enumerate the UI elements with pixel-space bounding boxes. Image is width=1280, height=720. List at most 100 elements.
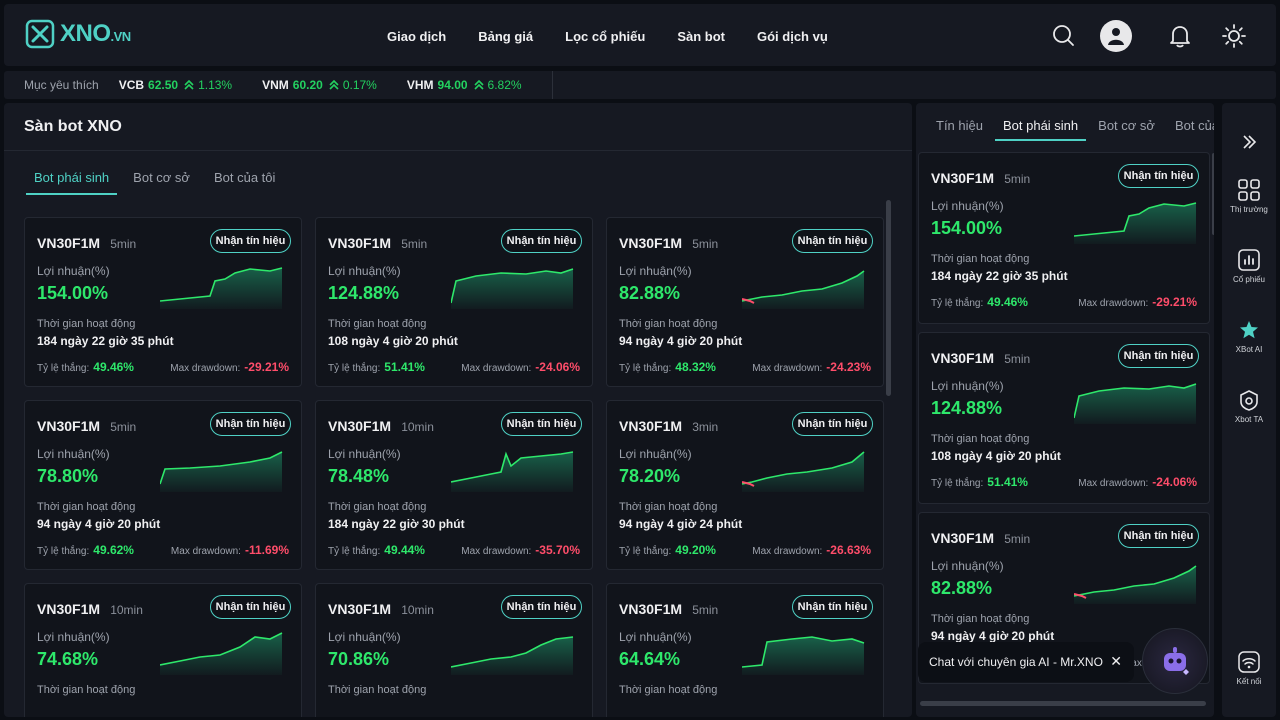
bot-symbol: VN30F1M [37, 601, 101, 617]
winrate: Tỷ lệ thắng: 49.46% [37, 360, 134, 374]
side-vertical-scrollbar[interactable] [1212, 153, 1214, 235]
winrate: Tỷ lệ thắng: 49.62% [37, 543, 134, 557]
bot-card[interactable]: VN30F1M 5min Nhận tín hiệu Lợi nhuận(%) 82.8… [606, 217, 884, 387]
side-tab-tin-hieu[interactable]: Tín hiệu [928, 118, 991, 141]
runtime-label: Thời gian hoạt động [37, 684, 136, 696]
side-tab-bot-cua-toi[interactable]: Bot của tôi [1167, 118, 1214, 141]
profit-label: Lợi nhuận(%) [931, 379, 1004, 393]
get-signal-button[interactable]: Nhận tín hiệu [210, 229, 291, 253]
get-signal-button[interactable]: Nhận tín hiệu [1118, 164, 1199, 188]
profit-value: 124.88% [328, 283, 400, 303]
ticker-item-vhm[interactable]: VHM 94.00 6.82% [407, 78, 522, 92]
user-avatar-icon[interactable] [1100, 20, 1132, 52]
rail-expand[interactable] [1222, 133, 1276, 151]
logo[interactable]: XNO.VN [24, 18, 131, 50]
profit-sparkline [742, 270, 865, 309]
bot-card[interactable]: VN30F1M 5min Nhận tín hiệu Lợi nhuận(%) 124.… [918, 332, 1210, 504]
runtime-label: Thời gian hoạt động [619, 501, 718, 513]
favorites-ticker: Mục yêu thích VCB 62.50 1.13% VNM 60.20 0.… [4, 71, 1276, 99]
profit-label: Lợi nhuận(%) [931, 559, 1004, 573]
side-horizontal-scrollbar[interactable] [920, 701, 1206, 706]
vertical-scrollbar[interactable] [886, 200, 891, 396]
get-signal-button[interactable]: Nhận tín hiệu [210, 412, 291, 436]
profit-value: 82.88% [931, 578, 993, 598]
bot-card[interactable]: VN30F1M 5min Nhận tín hiệu Lợi nhuận(%) 78.8… [24, 400, 302, 570]
nav-loc-co-phieu[interactable]: Lọc cổ phiếu [565, 29, 645, 44]
bot-timeframe: 10min [401, 603, 434, 617]
rail-ket-noi[interactable]: Kết nối [1222, 651, 1276, 686]
wifi-icon [1238, 651, 1260, 673]
profit-label: Lợi nhuận(%) [619, 264, 692, 278]
top-bar: XNO.VN Giao dịch Bảng giá Lọc cổ phiếu S… [4, 4, 1276, 66]
bot-symbol: VN30F1M [931, 170, 995, 186]
bot-card[interactable]: VN30F1M 5min Nhận tín hiệu Lợi nhuận(%) 154.… [24, 217, 302, 387]
bot-card[interactable]: VN30F1M 10min Nhận tín hiệu Lợi nhuận(%) 74.… [24, 583, 302, 717]
get-signal-button[interactable]: Nhận tín hiệu [501, 229, 582, 253]
profit-value: 74.68% [37, 649, 99, 669]
profit-value: 154.00% [37, 283, 109, 303]
bot-card[interactable]: VN30F1M 10min Nhận tín hiệu Lợi nhuận(%) 70.… [315, 583, 593, 717]
profit-sparkline [160, 451, 283, 492]
winrate: Tỷ lệ thắng: 51.41% [931, 475, 1028, 489]
get-signal-button[interactable]: Nhận tín hiệu [1118, 524, 1199, 548]
bot-card[interactable]: VN30F1M 10min Nhận tín hiệu Lợi nhuận(%) 78.… [315, 400, 593, 570]
bot-timeframe: 10min [401, 420, 434, 434]
close-icon[interactable]: ✕ [1110, 653, 1122, 670]
rail-co-phieu[interactable]: Cổ phiếu [1222, 249, 1276, 284]
profit-value: 78.80% [37, 466, 99, 486]
runtime-value: 94 ngày 4 giờ 20 phút [37, 517, 161, 531]
shield-icon [1240, 390, 1258, 411]
side-tabs: Tín hiệu Bot phái sinh Bot cơ sở Bot của… [928, 118, 1214, 141]
tab-bot-cua-toi[interactable]: Bot của tôi [206, 170, 283, 195]
bot-card[interactable]: VN30F1M 5min Nhận tín hiệu Lợi nhuận(%) 124.… [315, 217, 593, 387]
profit-label: Lợi nhuận(%) [328, 630, 401, 644]
profit-label: Lợi nhuận(%) [328, 264, 401, 278]
runtime-label: Thời gian hoạt động [619, 318, 718, 330]
profit-sparkline [451, 636, 574, 675]
ai-bot-avatar-icon[interactable] [1142, 628, 1208, 694]
profit-value: 78.20% [619, 466, 681, 486]
bot-symbol: VN30F1M [931, 530, 995, 546]
bot-timeframe: 5min [1004, 172, 1031, 186]
max-drawdown: Max drawdown: -24.23% [752, 360, 871, 374]
bot-timeframe: 3min [692, 420, 719, 434]
rail-thi-truong[interactable]: Thị trường [1222, 179, 1276, 214]
runtime-value: 108 ngày 4 giờ 20 phút [931, 449, 1061, 463]
bell-icon[interactable] [1166, 22, 1194, 50]
get-signal-button[interactable]: Nhận tín hiệu [792, 412, 873, 436]
nav-goi-dich-vu[interactable]: Gói dịch vụ [757, 29, 828, 44]
get-signal-button[interactable]: Nhận tín hiệu [792, 595, 873, 619]
bot-timeframe: 5min [1004, 352, 1031, 366]
get-signal-button[interactable]: Nhận tín hiệu [210, 595, 291, 619]
tab-bot-phai-sinh[interactable]: Bot phái sinh [26, 170, 118, 195]
get-signal-button[interactable]: Nhận tín hiệu [501, 412, 582, 436]
nav-bang-gia[interactable]: Bảng giá [478, 29, 533, 44]
get-signal-button[interactable]: Nhận tín hiệu [501, 595, 582, 619]
bot-card[interactable]: VN30F1M 3min Nhận tín hiệu Lợi nhuận(%) 78.2… [606, 400, 884, 570]
winrate: Tỷ lệ thắng: 49.46% [931, 295, 1028, 309]
double-chevron-up-icon [184, 80, 194, 90]
side-tab-bot-phai-sinh[interactable]: Bot phái sinh [994, 118, 1087, 141]
ticker-item-vcb[interactable]: VCB 62.50 1.13% [119, 78, 232, 92]
search-icon[interactable] [1050, 22, 1078, 50]
max-drawdown: Max drawdown: -26.63% [752, 543, 871, 557]
ticker-item-vnm[interactable]: VNM 60.20 0.17% [262, 78, 377, 92]
get-signal-button[interactable]: Nhận tín hiệu [792, 229, 873, 253]
get-signal-button[interactable]: Nhận tín hiệu [1118, 344, 1199, 368]
tab-bot-co-so[interactable]: Bot cơ sở [125, 170, 198, 195]
profit-label: Lợi nhuận(%) [37, 264, 110, 278]
nav-san-bot[interactable]: Sàn bot [677, 29, 725, 44]
sun-icon[interactable] [1220, 22, 1248, 50]
nav-giao-dich[interactable]: Giao dịch [387, 29, 446, 44]
bot-symbol: VN30F1M [619, 235, 683, 251]
bot-symbol: VN30F1M [931, 350, 995, 366]
bot-card[interactable]: VN30F1M 5min Nhận tín hiệu Lợi nhuận(%) 64.6… [606, 583, 884, 717]
ai-chat-prompt[interactable]: Chat với chuyên gia AI - Mr.XNO ✕ [918, 642, 1134, 682]
winrate: Tỷ lệ thắng: 49.44% [328, 543, 425, 557]
rail-xbot-ta[interactable]: Xbot TA [1222, 389, 1276, 424]
bot-timeframe: 5min [1004, 532, 1031, 546]
runtime-label: Thời gian hoạt động [37, 501, 136, 513]
rail-xbot-ai[interactable]: XBot AI [1222, 319, 1276, 354]
bot-card[interactable]: VN30F1M 5min Nhận tín hiệu Lợi nhuận(%) 154.… [918, 152, 1210, 324]
side-tab-bot-co-so[interactable]: Bot cơ sở [1090, 118, 1163, 141]
